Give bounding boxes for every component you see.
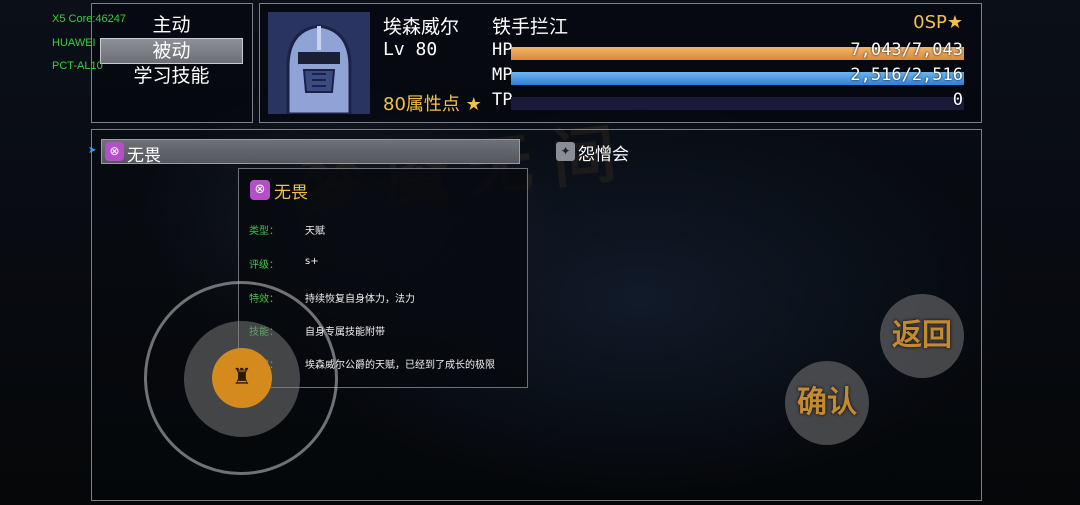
tooltip-value-rank: s+: [305, 256, 319, 267]
tp-value: 0: [952, 90, 963, 110]
double-star-icon: ★: [946, 12, 963, 33]
fearless-skill-icon: ⊗: [250, 180, 270, 200]
attribute-points-text: 80属性点: [383, 94, 460, 115]
tooltip-key-type: 类型：: [249, 226, 279, 237]
debug-core-text: X5 Core:46247: [52, 13, 126, 25]
tp-bar: [511, 97, 964, 110]
tooltip-value-effect: 持续恢复自身体力，法力: [305, 294, 415, 305]
skill-item-selected[interactable]: ⊗ 无畏: [101, 139, 520, 166]
skill-points: 0SP★: [913, 12, 963, 33]
menu-item-learn-skills[interactable]: 学习技能: [100, 63, 243, 89]
debug-brand-text: HUAWEI: [52, 37, 96, 49]
character-class: 铁手拦江: [492, 16, 569, 38]
skill-item-label: 怨憎会: [578, 145, 629, 165]
mp-value: 2,516/2,516: [850, 65, 963, 85]
skill-points-text: 0SP: [913, 12, 947, 33]
confirm-button[interactable]: 确认: [785, 361, 869, 445]
tooltip-title: 无畏: [274, 183, 308, 203]
fearless-skill-icon: ⊗: [105, 142, 124, 161]
character-level: Lv 80: [383, 39, 438, 60]
debug-model-text: PCT-AL10: [52, 60, 103, 72]
joystick-knob-icon[interactable]: ♜: [212, 348, 272, 408]
tp-label: TP: [492, 90, 513, 110]
hp-value: 7,043/7,043: [850, 40, 963, 60]
hatred-skill-icon: ✦: [556, 142, 575, 161]
skill-item-label: 无畏: [127, 146, 161, 166]
star-icon: ★: [465, 94, 482, 115]
hp-label: HP: [492, 40, 513, 60]
mp-label: MP: [492, 65, 513, 85]
attribute-points: 80属性点 ★: [383, 90, 482, 116]
character-portrait: [268, 12, 370, 114]
back-button[interactable]: 返回: [880, 294, 964, 378]
menu-item-passive-skills[interactable]: 被动: [100, 38, 243, 64]
tooltip-value-type: 天赋: [305, 226, 325, 237]
selection-cursor-icon: ➤: [88, 145, 97, 156]
character-name: 埃森威尔: [383, 16, 460, 38]
tooltip-key-rank: 评级：: [249, 260, 279, 271]
